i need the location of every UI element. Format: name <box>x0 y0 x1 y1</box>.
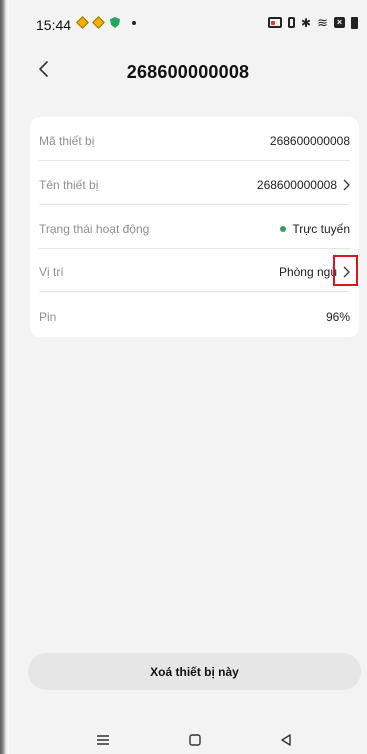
shield-icon <box>110 17 120 28</box>
chevron-right-icon[interactable] <box>342 179 350 191</box>
menu-icon <box>97 735 109 745</box>
status-right-icons: ✱ ≋ × <box>268 16 358 29</box>
status-bar: 15:44 ✱ ≋ × <box>9 0 367 44</box>
device-id-value: 268600000008 <box>269 133 350 148</box>
row-label: Trạng thái hoạt động <box>39 221 150 236</box>
row-device-name[interactable]: Tên thiết bị 268600000008 <box>39 165 350 205</box>
status-left-icons <box>76 16 136 29</box>
device-name-value: 268600000008 <box>256 177 337 192</box>
row-label: Vị trí <box>39 264 64 279</box>
device-info-card: Mã thiết bị 268600000008 Tên thiết bị 26… <box>30 117 359 337</box>
back-triangle-icon <box>281 734 291 746</box>
row-location[interactable]: Vị trí Phòng ngủ <box>39 252 350 292</box>
battery-value: 96% <box>325 310 350 324</box>
location-value: Phòng ngủ <box>278 264 337 279</box>
row-device-id: Mã thiết bị 268600000008 <box>39 121 350 161</box>
device-name-value-wrap: 268600000008 <box>257 178 350 192</box>
row-battery: Pin 96% <box>39 297 350 337</box>
notification-diamond-icon <box>76 16 89 29</box>
battery-icon <box>351 16 358 29</box>
status-time: 15:44 <box>36 17 72 33</box>
online-status-dot <box>280 225 287 232</box>
row-label: Tên thiết bị <box>39 177 99 192</box>
more-dot-icon <box>132 20 136 25</box>
status-value: Trực tuyến <box>292 221 350 236</box>
vibrate-icon <box>288 17 296 28</box>
page-title: 268600000008 <box>126 62 250 82</box>
window-edge <box>0 0 9 754</box>
cast-icon <box>268 17 283 28</box>
highlight-box <box>333 255 358 286</box>
menu-button[interactable] <box>93 730 113 750</box>
wifi-icon: ≋ <box>317 15 328 30</box>
notification-diamond-icon <box>92 16 105 29</box>
delete-device-button[interactable]: Xoá thiết bị này <box>28 653 361 690</box>
row-label: Pin <box>39 310 57 324</box>
navigation-bar <box>9 722 367 754</box>
phone-screen: 15:44 ✱ ≋ × 268600000008 Mã thiết bị 268… <box>9 0 367 754</box>
bluetooth-icon: ✱ <box>301 15 312 30</box>
home-button[interactable] <box>185 730 205 750</box>
row-label: Mã thiết bị <box>39 133 95 148</box>
nav-back-button[interactable] <box>276 730 296 750</box>
status-value-wrap: Trực tuyến <box>280 222 350 236</box>
row-status: Trạng thái hoạt động Trực tuyến <box>39 209 350 249</box>
home-icon <box>189 734 201 746</box>
data-off-icon: × <box>334 17 345 28</box>
